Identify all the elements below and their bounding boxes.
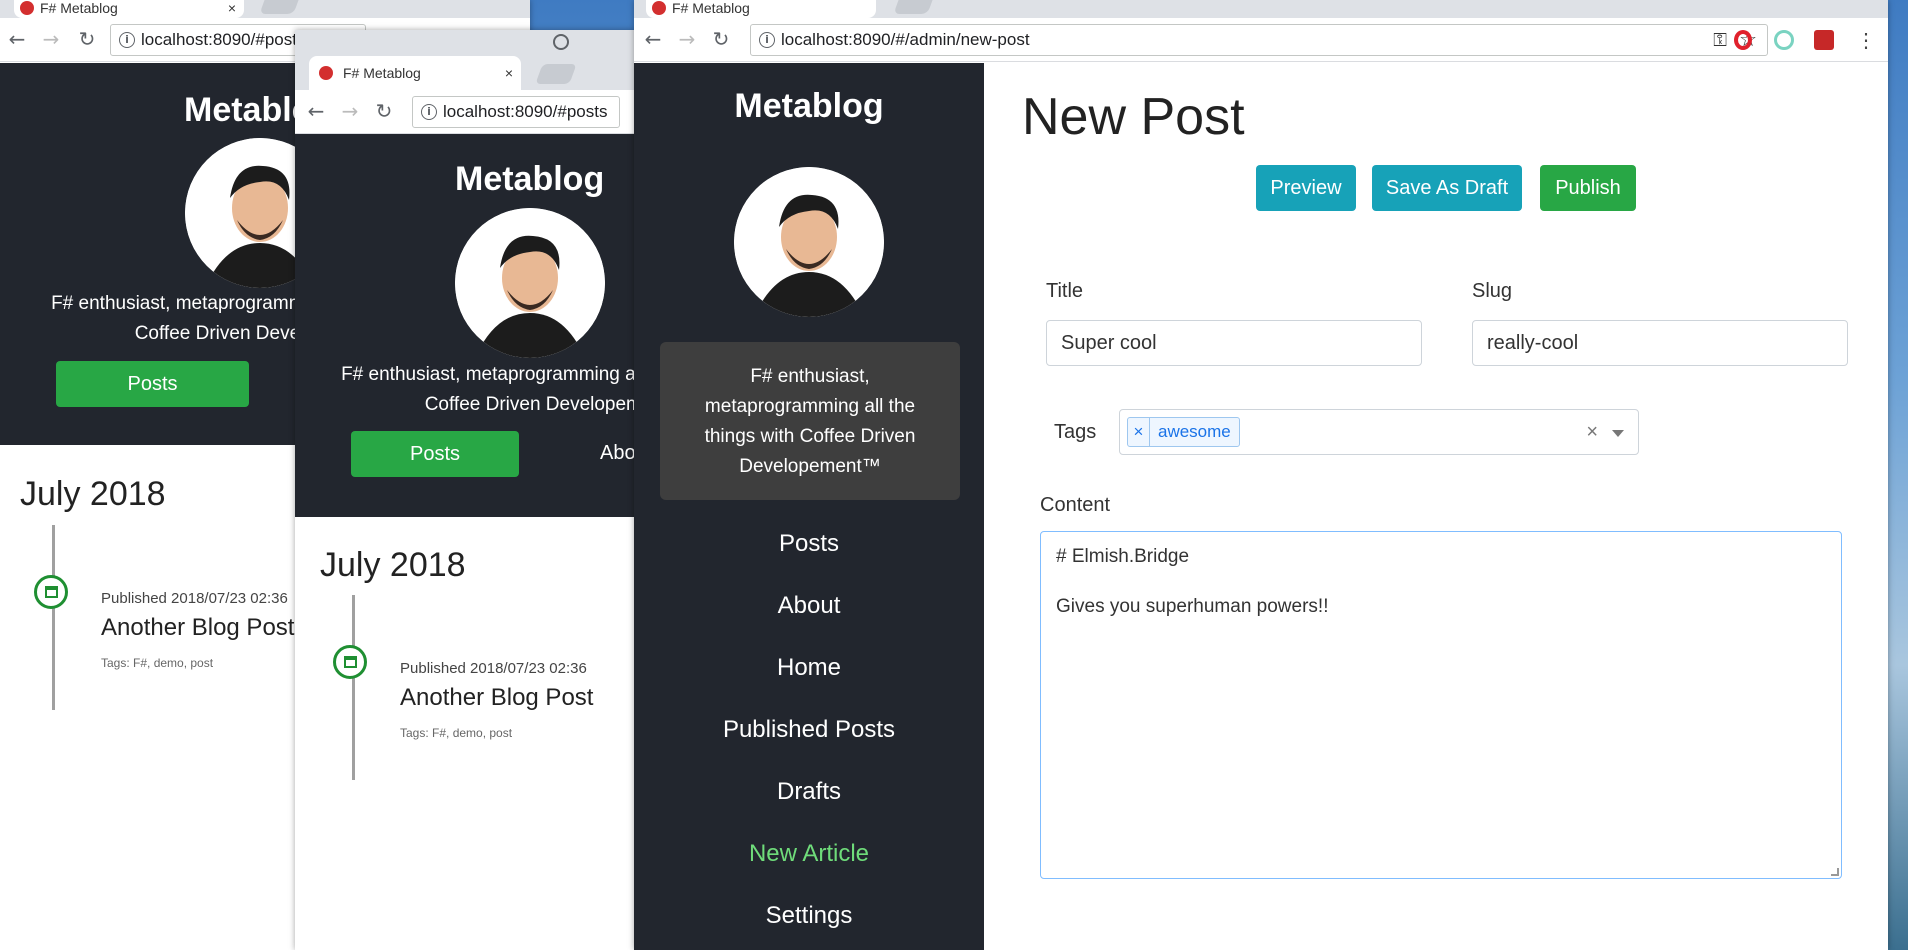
- url-text: localhost:8090/#posts: [141, 30, 306, 49]
- forward-icon[interactable]: →: [339, 100, 361, 122]
- publish-button[interactable]: Publish: [1540, 165, 1636, 211]
- calendar-icon: [333, 645, 367, 679]
- info-icon: i: [119, 32, 135, 48]
- browser-toolbar: ← → ↻ i localhost:8090/#posts: [295, 90, 635, 134]
- timeline-line: [352, 595, 355, 780]
- browser-tab[interactable]: F# Metablog: [646, 0, 876, 18]
- tag-chip: × awesome: [1127, 417, 1240, 447]
- browser-window-2[interactable]: F# Metablog × ← → ↻ i localhost:8090/#po…: [295, 30, 635, 950]
- info-icon: i: [421, 104, 437, 120]
- close-tab-icon[interactable]: ×: [228, 0, 236, 16]
- tab-title: F# Metablog: [40, 0, 118, 16]
- new-tab-button[interactable]: [893, 0, 933, 14]
- timeline-line: [52, 525, 55, 710]
- reload-icon[interactable]: ↻: [76, 28, 98, 50]
- tab-strip: F# Metablog ×: [0, 0, 530, 18]
- address-bar[interactable]: i localhost:8090/#/admin/new-post ⚿ ☆: [750, 24, 1768, 56]
- browser-tab[interactable]: F# Metablog ×: [14, 0, 244, 18]
- post-tags: Tags: F#, demo, post: [101, 656, 214, 670]
- month-heading: July 2018: [320, 546, 466, 584]
- close-tab-icon[interactable]: ×: [505, 56, 513, 90]
- back-icon[interactable]: ←: [642, 28, 664, 50]
- extension-red-icon[interactable]: [1814, 30, 1834, 50]
- back-icon[interactable]: ←: [305, 100, 327, 122]
- tags-select[interactable]: × awesome ×: [1119, 409, 1639, 455]
- extension-circle-icon[interactable]: [1774, 30, 1794, 50]
- reload-icon[interactable]: ↻: [373, 100, 395, 122]
- blog-title: Metablog: [734, 87, 884, 125]
- avatar: [455, 208, 605, 358]
- content-line-2: Gives you superhuman powers!!: [1056, 596, 1329, 617]
- new-tab-button[interactable]: [259, 0, 299, 14]
- content-blank-line: [1056, 569, 1826, 594]
- about-nav-link[interactable]: About: [600, 442, 635, 465]
- post-date: Published 2018/07/23 02:36: [400, 660, 587, 677]
- reload-icon[interactable]: ↻: [710, 28, 732, 50]
- nav-drafts[interactable]: Drafts: [634, 778, 984, 806]
- title-label: Title: [1046, 280, 1084, 302]
- post-title-link[interactable]: Another Blog Post: [101, 614, 294, 642]
- tag-label: awesome: [1158, 422, 1231, 441]
- calendar-icon: [34, 575, 68, 609]
- forward-icon[interactable]: →: [40, 28, 62, 50]
- title-input[interactable]: Super cool: [1046, 320, 1422, 366]
- slug-label: Slug: [1472, 280, 1513, 302]
- tags-label: Tags: [1054, 421, 1097, 443]
- remove-tag-icon[interactable]: ×: [1128, 418, 1150, 446]
- browser-window-main[interactable]: F# Metablog ← → ↻ i localhost:8090/#/adm…: [634, 0, 1888, 950]
- avatar: [734, 167, 884, 317]
- favicon-icon: [20, 1, 34, 15]
- profile-icon[interactable]: [553, 34, 569, 50]
- nav-home[interactable]: Home: [634, 654, 984, 682]
- posts-nav-button[interactable]: Posts: [351, 431, 519, 477]
- opera-extension-icon[interactable]: [1734, 30, 1752, 50]
- bio-card: F# enthusiast, metaprogramming all the t…: [660, 342, 960, 500]
- bio-text: F# enthusiast, metaprogramming all the t…: [704, 366, 916, 477]
- nav-about[interactable]: About: [634, 592, 984, 620]
- post-tags: Tags: F#, demo, post: [400, 726, 513, 740]
- slug-input[interactable]: really-cool: [1472, 320, 1848, 366]
- back-icon[interactable]: ←: [6, 28, 28, 50]
- menu-icon[interactable]: ⋮: [1856, 28, 1876, 53]
- admin-sidebar: Metablog F# enthusiast, metaprogramming …: [634, 63, 984, 950]
- nav-published-posts[interactable]: Published Posts: [634, 716, 984, 744]
- content-line-1: # Elmish.Bridge: [1056, 546, 1190, 567]
- content-textarea[interactable]: # Elmish.Bridge Gives you superhuman pow…: [1040, 531, 1842, 879]
- blog-header: Metablog F# enthusiast, metaprogramming …: [295, 134, 635, 517]
- resize-handle-icon[interactable]: [1831, 868, 1839, 876]
- save-draft-button[interactable]: Save As Draft: [1372, 165, 1522, 211]
- tab-title: F# Metablog: [672, 0, 750, 16]
- forward-icon[interactable]: →: [676, 28, 698, 50]
- editor-area: New Post Preview Save As Draft Publish T…: [984, 63, 1888, 950]
- content-label: Content: [1040, 494, 1111, 516]
- post-date: Published 2018/07/23 02:36: [101, 590, 288, 607]
- tab-title: F# Metablog: [343, 65, 421, 81]
- new-tab-button[interactable]: [535, 64, 577, 84]
- info-icon: i: [759, 32, 775, 48]
- clear-tags-icon[interactable]: ×: [1586, 421, 1598, 444]
- browser-tab[interactable]: F# Metablog ×: [309, 56, 521, 90]
- chevron-down-icon[interactable]: [1612, 430, 1624, 437]
- preview-button[interactable]: Preview: [1256, 165, 1356, 211]
- url-text: localhost:8090/#posts: [443, 102, 608, 121]
- key-icon[interactable]: ⚿: [1713, 25, 1727, 55]
- post-title-link[interactable]: Another Blog Post: [400, 684, 593, 712]
- posts-nav-button[interactable]: Posts: [56, 361, 249, 407]
- nav-new-article[interactable]: New Article: [634, 840, 984, 868]
- favicon-icon: [319, 66, 333, 80]
- tab-strip: F# Metablog: [634, 0, 1888, 18]
- bio-text: F# enthusiast, metaprogramming all the t…: [341, 364, 635, 415]
- blog-title: Metablog: [455, 160, 605, 198]
- favicon-icon: [652, 1, 666, 15]
- tab-strip: F# Metablog ×: [295, 30, 635, 90]
- nav-settings[interactable]: Settings: [634, 902, 984, 930]
- address-bar[interactable]: i localhost:8090/#posts: [412, 96, 620, 128]
- url-text: localhost:8090/#/admin/new-post: [781, 30, 1030, 49]
- month-heading: July 2018: [20, 475, 166, 513]
- nav-posts[interactable]: Posts: [634, 530, 984, 558]
- page-title: New Post: [1022, 88, 1245, 146]
- browser-toolbar: ← → ↻ i localhost:8090/#/admin/new-post …: [634, 18, 1888, 62]
